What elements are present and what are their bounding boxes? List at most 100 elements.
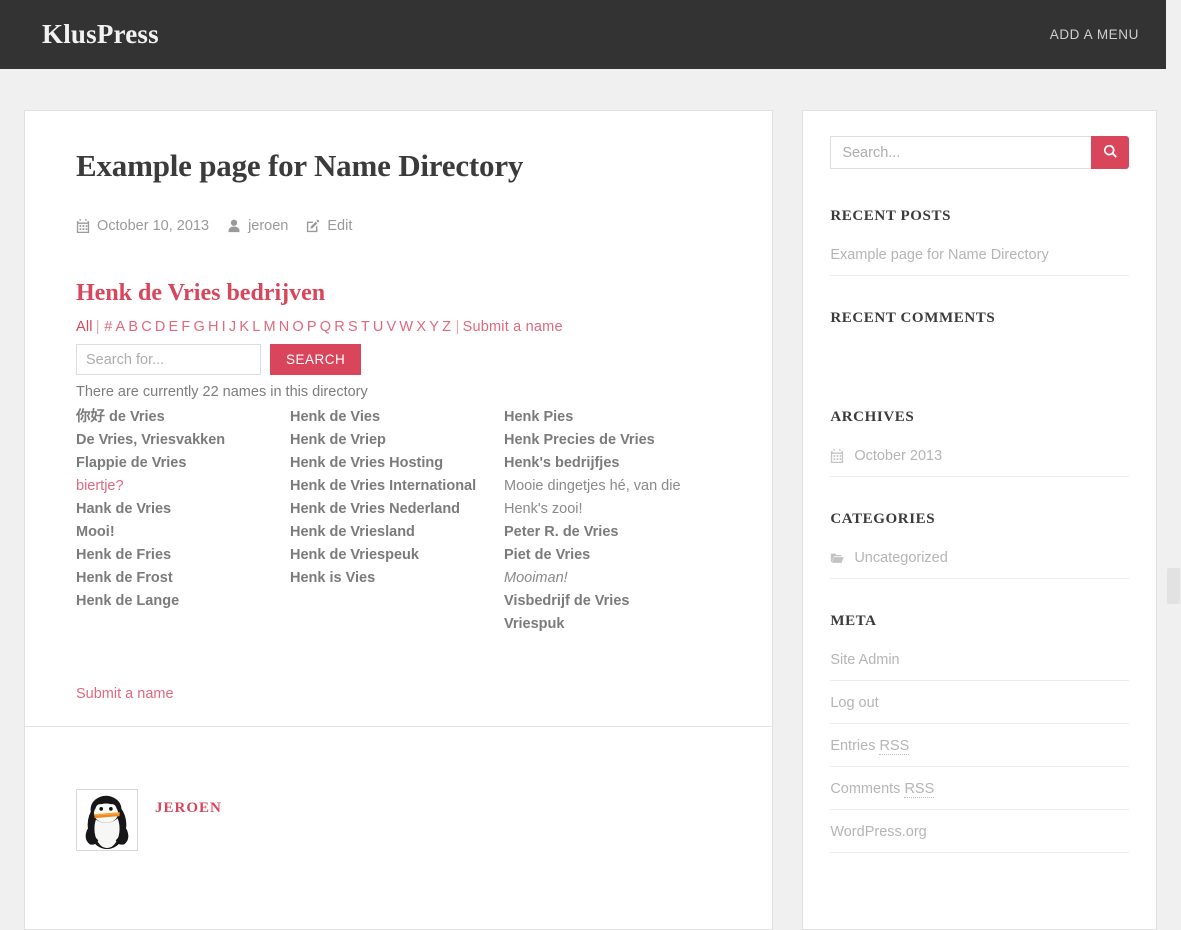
directory-entry: Henk de Lange [76,590,290,613]
list-item-label: October 2013 [854,448,942,464]
alpha-link-d[interactable]: D [155,319,166,335]
search-button[interactable] [1091,136,1129,169]
user-icon [227,219,241,233]
directory-search-button[interactable]: SEARCH [270,344,361,375]
alpha-link-x[interactable]: X [416,319,426,335]
alpha-separator-1: | [96,319,100,335]
folder-open-icon [830,551,844,565]
page-title: Example page for Name Directory [76,147,722,184]
alpha-link-z[interactable]: Z [442,319,451,335]
site-title[interactable]: KlusPress [42,19,159,50]
widget-recent-posts: RECENT POSTS Example page for Name Direct… [830,208,1129,276]
directory-entry: Henk is Vies [290,567,504,590]
list-item[interactable]: Log out [830,695,1129,724]
alpha-link-c[interactable]: C [141,319,152,335]
scrollbar-thumb[interactable] [1167,568,1180,604]
directory-column-3: Henk PiesHenk Precies de VriesHenk's bed… [504,406,718,636]
directory-search-form: SEARCH [76,344,722,375]
alpha-link-r[interactable]: R [334,319,345,335]
add-a-menu-link[interactable]: ADD A MENU [1050,27,1139,42]
directory-entry: Henk de Fries [76,544,290,567]
list-item[interactable]: Site Admin [830,652,1129,681]
widget-categories: CATEGORIES Uncategorized [830,511,1129,579]
alpha-link-submit[interactable]: Submit a name [463,319,563,335]
alpha-link-t[interactable]: T [361,319,370,335]
alpha-link-i[interactable]: I [222,319,226,335]
main-content-card: Example page for Name Directory October … [24,110,773,930]
alpha-link-o[interactable]: O [292,319,303,335]
alpha-link-e[interactable]: E [169,319,179,335]
alpha-link-f[interactable]: F [181,319,190,335]
alpha-link-n[interactable]: N [279,319,290,335]
alpha-link-w[interactable]: W [399,319,413,335]
submit-a-name-link[interactable]: Submit a name [76,686,722,702]
alpha-link-l[interactable]: L [252,319,260,335]
directory-title: Henk de Vries bedrijven [76,280,722,307]
widget-list: Site Admin Log out Entries RSS Comments RSS… [830,652,1129,853]
list-item[interactable]: Comments RSS [830,781,1129,810]
list-item[interactable]: Example page for Name Directory [830,247,1129,276]
meta-date: October 10, 2013 [76,218,209,234]
directory-entry: Henk de Frost [76,567,290,590]
alpha-link-s[interactable]: S [348,319,358,335]
widget-title: ARCHIVES [830,409,1129,426]
directory-entry: Henk de Vriesland [290,521,504,544]
meta-author-text: jeroen [248,218,288,234]
directory-column-2: Henk de ViesHenk de VriepHenk de Vries H… [290,406,504,636]
alpha-link-k[interactable]: K [239,319,249,335]
alpha-link-a[interactable]: A [115,319,125,335]
list-item-label: Comments RSS [830,781,934,797]
page-scrollbar[interactable] [1166,0,1181,928]
directory-entry: 你好 de Vries [76,406,290,429]
alpha-link-m[interactable]: M [263,319,275,335]
directory-column-1: 你好 de VriesDe Vries, VriesvakkenFlappie … [76,406,290,636]
widget-meta: METASite AdminLog outEntries RSSComments… [830,613,1129,853]
alpha-separator-2: | [456,319,460,335]
list-item[interactable]: Entries RSS [830,738,1129,767]
meta-date-text: October 10, 2013 [97,218,209,234]
directory-entry: Henk de Vies [290,406,504,429]
alpha-link-p[interactable]: P [307,319,317,335]
directory-entry: Peter R. de Vries [504,521,718,544]
alpha-link-b[interactable]: B [128,319,138,335]
alpha-link-all[interactable]: All [76,319,93,335]
directory-entry: Visbedrijf de Vries [504,590,718,613]
site-header: KlusPress ADD A MENU [0,0,1181,69]
alpha-link-hash[interactable]: # [104,319,112,335]
widget-title: RECENT POSTS [830,208,1129,225]
meta-author[interactable]: jeroen [227,218,288,234]
meta-edit[interactable]: Edit [306,218,352,234]
list-item-label: Site Admin [830,652,899,668]
directory-entry: Henk de Vriespeuk [290,544,504,567]
directory-entry: Henk de Vries Nederland [290,498,504,521]
directory-entry: Henk Pies [504,406,718,429]
penguin-avatar [76,789,138,851]
widget-list: Example page for Name Directory [830,247,1129,276]
list-item-label: Entries RSS [830,738,909,754]
search-input[interactable] [830,136,1091,169]
author-name[interactable]: JEROEN [155,789,222,817]
widget-title: CATEGORIES [830,511,1129,528]
directory-entry: Mooiman! [504,567,718,590]
calendar-icon [830,449,844,463]
list-item[interactable]: Uncategorized [830,550,1129,579]
alpha-link-q[interactable]: Q [320,319,331,335]
directory-search-input[interactable] [76,344,261,375]
directory-entry: Flappie de Vries [76,452,290,475]
alpha-link-g[interactable]: G [193,319,204,335]
list-item[interactable]: WordPress.org [830,824,1129,853]
directory-entry: Henk de Vriep [290,429,504,452]
alpha-link-u[interactable]: U [373,319,384,335]
directory-entry-link[interactable]: biertje? [76,475,290,498]
alpha-link-j[interactable]: J [229,319,236,335]
alpha-link-v[interactable]: V [387,319,397,335]
directory-entry: Hank de Vries [76,498,290,521]
sidebar: RECENT POSTS Example page for Name Direct… [802,110,1157,930]
alpha-link-y[interactable]: Y [429,319,439,335]
directory-entry: Mooie dingetjes hé, van die Henk's zooi! [504,475,718,521]
directory-count-text: There are currently 22 names in this dir… [76,384,722,400]
alpha-link-h[interactable]: H [208,319,219,335]
list-item[interactable]: October 2013 [830,448,1129,477]
entry-meta: October 10, 2013 jeroen Edit [76,218,722,234]
widget-recent-comments: RECENT COMMENTS [830,310,1129,375]
